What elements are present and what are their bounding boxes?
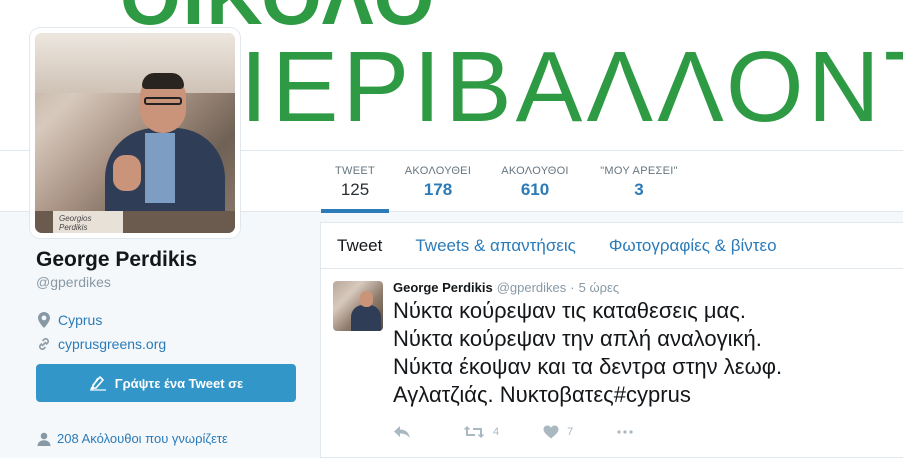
profile-sidebar: George Perdikis @gperdikes Cyprus cyprus… xyxy=(36,248,298,352)
stat-following-value: 178 xyxy=(423,180,453,199)
tweet-text-line: Νύκτα κούρεψαν την απλή αναλογική. xyxy=(393,326,762,351)
profile-avatar[interactable]: Georgios Perdikis xyxy=(30,28,240,238)
timeline: Tweet Tweets & απαντήσεις Φωτογραφίες & … xyxy=(320,222,903,458)
like-button[interactable]: 7 xyxy=(543,425,573,439)
stat-followers-label: ΑΚΟΛΟΥΘΟΙ xyxy=(501,165,569,177)
stat-tweets-label: TWEET xyxy=(335,165,375,177)
tweet-body: George Perdikis @gperdikes · 5 ώρες Νύκτ… xyxy=(393,280,891,439)
tweet-avatar[interactable] xyxy=(333,281,383,331)
like-count: 7 xyxy=(567,426,574,438)
tweet-timestamp[interactable]: 5 ώρες xyxy=(579,280,619,295)
tweet-text: Νύκτα κούρεψαν τις καταθεσεις μας. Νύκτα… xyxy=(393,297,891,409)
tweet-header: George Perdikis @gperdikes · 5 ώρες xyxy=(393,280,891,295)
tweet-to-button[interactable]: Γράψτε ένα Tweet σε xyxy=(36,364,296,402)
timeline-tabs: Tweet Tweets & απαντήσεις Φωτογραφίες & … xyxy=(321,223,903,269)
link-icon xyxy=(36,336,52,352)
more-icon xyxy=(617,430,633,434)
compose-icon xyxy=(89,375,107,391)
avatar-nametag: Georgios Perdikis xyxy=(53,211,123,233)
followers-you-know-text: 208 Ακόλουθοι που γνωρίζετε xyxy=(57,431,228,446)
stat-following[interactable]: ΑΚΟΛΟΥΘΕΙ 178 xyxy=(400,151,476,213)
user-icon xyxy=(36,432,52,446)
tweet-text-line: Νύκτα έκοψαν και τα δεντρα στην λεωφ. xyxy=(393,354,783,379)
location-pin-icon xyxy=(36,312,52,328)
banner-main-text: ΙΕΡΙΒΑΛΛΟΝΤ xyxy=(240,31,903,143)
more-button[interactable] xyxy=(617,430,641,434)
tweet-separator: · xyxy=(570,280,575,295)
stat-followers-value: 610 xyxy=(520,180,550,199)
tweet-author-name[interactable]: George Perdikis xyxy=(393,280,493,295)
tweet-to-label: Γράψτε ένα Tweet σε xyxy=(114,375,244,391)
profile-handle[interactable]: @gperdikes xyxy=(36,274,298,290)
stat-followers[interactable]: ΑΚΟΛΟΥΘΟΙ 610 xyxy=(497,151,573,213)
tweet-author-handle[interactable]: @gperdikes xyxy=(497,280,567,295)
profile-location: Cyprus xyxy=(36,312,298,328)
profile-website-link[interactable]: cyprusgreens.org xyxy=(58,336,166,352)
stat-likes[interactable]: "ΜΟΥ ΑΡΕΣΕΙ" 3 xyxy=(595,151,683,213)
tab-tweets-and-replies[interactable]: Tweets & απαντήσεις xyxy=(415,236,576,256)
tweet-actions: 4 7 xyxy=(393,425,891,439)
tab-photos-videos[interactable]: Φωτογραφίες & βίντεο xyxy=(609,236,777,256)
stat-following-label: ΑΚΟΛΟΥΘΕΙ xyxy=(404,165,472,177)
heart-icon xyxy=(543,425,559,439)
reply-button[interactable] xyxy=(393,425,419,439)
tab-tweets[interactable]: Tweet xyxy=(337,236,382,256)
avatar-photo: Georgios Perdikis xyxy=(35,33,235,233)
followers-you-know[interactable]: 208 Ακόλουθοι που γνωρίζετε xyxy=(36,431,228,446)
profile-location-text[interactable]: Cyprus xyxy=(58,312,102,328)
reply-icon xyxy=(394,426,410,438)
retweet-button[interactable]: 4 xyxy=(463,425,499,439)
stat-tweets[interactable]: TWEET 125 xyxy=(321,151,389,213)
profile-website: cyprusgreens.org xyxy=(36,336,298,352)
retweet-icon xyxy=(463,426,485,438)
profile-name[interactable]: George Perdikis xyxy=(36,248,298,272)
stat-tweets-value: 125 xyxy=(340,180,370,199)
tweet-item[interactable]: George Perdikis @gperdikes · 5 ώρες Νύκτ… xyxy=(321,269,903,439)
stat-likes-label: "ΜΟΥ ΑΡΕΣΕΙ" xyxy=(600,165,678,177)
tweet-text-line: Νύκτα κούρεψαν τις καταθεσεις μας. xyxy=(393,298,746,323)
stat-likes-value: 3 xyxy=(634,180,644,199)
retweet-count: 4 xyxy=(493,426,500,438)
tweet-text-line: Αγλατζιάς. Νυκτοβατες#cyprus xyxy=(393,382,691,407)
